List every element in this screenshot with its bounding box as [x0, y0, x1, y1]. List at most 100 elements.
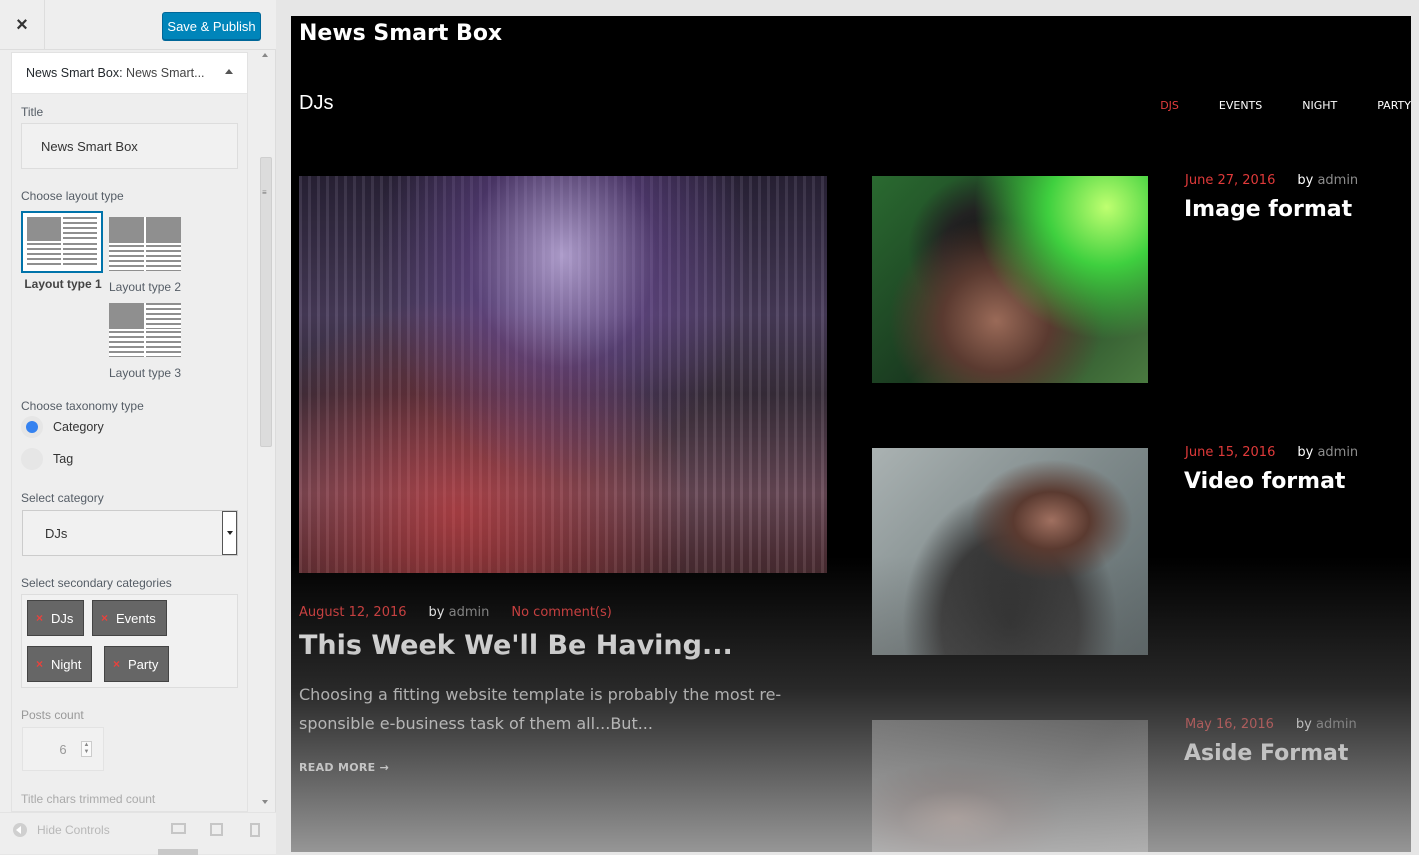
- read-more-link[interactable]: READ MORE →: [299, 761, 389, 774]
- category-select-value: DJs: [45, 525, 68, 541]
- widget-panel: News Smart Box: News Smart... Title News…: [11, 52, 248, 812]
- title-label: Title: [21, 105, 44, 119]
- layout-option-2[interactable]: Layout type 2: [109, 217, 181, 294]
- radio-selected-icon[interactable]: [21, 416, 43, 438]
- category-heading: DJs: [299, 92, 334, 114]
- post-date[interactable]: August 12, 2016: [299, 605, 407, 620]
- tab-party[interactable]: PARTY: [1377, 99, 1411, 112]
- radio-unselected-icon[interactable]: [21, 448, 43, 470]
- post-date[interactable]: June 15, 2016: [1185, 445, 1275, 460]
- taxonomy-label: Choose taxonomy type: [21, 399, 144, 413]
- side-post-title[interactable]: Aside Format: [1184, 741, 1348, 766]
- author-link[interactable]: admin: [1316, 717, 1357, 732]
- chip-night[interactable]: × Night: [27, 646, 93, 682]
- main-post-image[interactable]: [299, 176, 827, 573]
- main-post-title[interactable]: This Week We'll Be Having...: [299, 630, 733, 661]
- customizer-header: × Save & Publish: [0, 0, 276, 50]
- chip-label: Events: [116, 610, 156, 626]
- taxonomy-option-tag[interactable]: Tag: [21, 448, 73, 470]
- side-post-meta: June 15, 2016 by admin: [1185, 445, 1358, 460]
- chip-events[interactable]: × Events: [92, 600, 167, 636]
- layout-option-1[interactable]: Layout type 1: [21, 211, 105, 291]
- layout-option-3[interactable]: Layout type 3: [109, 303, 181, 380]
- posts-count-input[interactable]: 6 ▲ ▼: [22, 727, 104, 771]
- desktop-preview-icon[interactable]: [171, 823, 186, 834]
- category-label: Select category: [21, 491, 104, 505]
- widget-section-header[interactable]: News Smart Box: News Smart...: [12, 53, 247, 94]
- post-author: by admin: [1297, 445, 1359, 460]
- layout-1-label: Layout type 1: [24, 277, 102, 291]
- title-input[interactable]: News Smart Box: [21, 123, 238, 169]
- author-link[interactable]: admin: [1317, 173, 1358, 188]
- customizer-sidebar: × Save & Publish News Smart Box: News Sm…: [0, 0, 276, 855]
- site-preview: News Smart Box DJs DJS EVENTS NIGHT PART…: [291, 16, 1411, 852]
- author-link[interactable]: admin: [449, 605, 490, 620]
- device-indicator: [158, 849, 198, 855]
- posts-count-value: 6: [59, 741, 67, 757]
- tab-night[interactable]: NIGHT: [1302, 99, 1337, 112]
- spinner-icon[interactable]: ▲ ▼: [81, 741, 92, 757]
- remove-chip-icon[interactable]: ×: [113, 657, 120, 671]
- layout-1-thumbnail-icon: [21, 211, 103, 273]
- hide-controls-button[interactable]: Hide Controls: [13, 823, 110, 837]
- mobile-preview-icon[interactable]: [250, 823, 260, 837]
- scroll-down-icon[interactable]: [262, 800, 268, 804]
- post-author: by admin: [428, 605, 490, 620]
- main-post-excerpt: Choosing a fitting website template is p…: [299, 685, 782, 733]
- comments-link[interactable]: No comment(s): [511, 605, 612, 620]
- scroll-up-icon[interactable]: [262, 53, 268, 57]
- posts-count-label: Posts count: [21, 708, 84, 722]
- post-thumbnail-image-format[interactable]: [872, 176, 1148, 383]
- widget-title: News Smart Box: [299, 21, 503, 46]
- chip-party[interactable]: × Party: [104, 646, 170, 682]
- layout-3-thumbnail-icon: [109, 303, 181, 357]
- main-post-meta: August 12, 2016 by admin No comment(s): [299, 605, 612, 620]
- post-thumbnail-aside-format[interactable]: [872, 720, 1148, 852]
- tablet-preview-icon[interactable]: [210, 823, 223, 836]
- chip-djs[interactable]: × DJs: [27, 600, 85, 636]
- category-tabs: DJS EVENTS NIGHT PARTY: [1120, 99, 1411, 112]
- tab-events[interactable]: EVENTS: [1219, 99, 1262, 112]
- scroll-grip-icon: ≡: [262, 188, 267, 197]
- sidebar-scrollbar[interactable]: ≡: [259, 50, 273, 806]
- scrollbar-thumb[interactable]: [260, 157, 272, 447]
- side-post-title[interactable]: Video format: [1184, 469, 1345, 494]
- taxonomy-tag-label: Tag: [53, 452, 74, 466]
- author-link[interactable]: admin: [1317, 445, 1358, 460]
- remove-chip-icon[interactable]: ×: [36, 657, 43, 671]
- close-icon[interactable]: ×: [0, 0, 45, 50]
- save-publish-button[interactable]: Save & Publish: [162, 12, 261, 40]
- layout-type-label: Choose layout type: [21, 189, 124, 203]
- collapse-arrow-icon: [13, 823, 27, 837]
- chip-label: Party: [128, 656, 159, 672]
- layout-3-label: Layout type 3: [109, 366, 182, 380]
- hide-controls-label: Hide Controls: [37, 823, 110, 837]
- customizer-footer: Hide Controls: [0, 812, 276, 855]
- tab-djs[interactable]: DJS: [1160, 99, 1179, 112]
- side-post-meta: May 16, 2016 by admin: [1185, 717, 1357, 732]
- layout-2-thumbnail-icon: [109, 217, 181, 271]
- remove-chip-icon[interactable]: ×: [101, 611, 108, 625]
- layout-2-label: Layout type 2: [109, 280, 182, 294]
- chip-label: Night: [51, 656, 82, 672]
- post-author: by admin: [1297, 173, 1359, 188]
- section-title: News Smart Box:: [26, 66, 123, 80]
- title-chars-label: Title chars trimmed count: [21, 792, 156, 806]
- chip-label: DJs: [51, 610, 74, 626]
- select-arrow-icon[interactable]: [222, 511, 237, 555]
- post-author: by admin: [1295, 717, 1357, 732]
- post-date[interactable]: June 27, 2016: [1185, 173, 1275, 188]
- remove-chip-icon[interactable]: ×: [36, 611, 43, 625]
- secondary-categories-label: Select secondary categories: [21, 576, 172, 590]
- secondary-categories-box[interactable]: × DJs × Events × Night × Party: [21, 594, 238, 688]
- taxonomy-option-category[interactable]: Category: [21, 416, 104, 438]
- side-post-meta: June 27, 2016 by admin: [1185, 173, 1358, 188]
- section-title-muted: News Smart...: [126, 66, 205, 80]
- taxonomy-category-label: Category: [53, 420, 104, 434]
- post-thumbnail-video-format[interactable]: [872, 448, 1148, 655]
- post-date[interactable]: May 16, 2016: [1185, 717, 1274, 732]
- widget-form: Title News Smart Box Choose layout type …: [12, 94, 247, 811]
- side-post-title[interactable]: Image format: [1184, 197, 1352, 222]
- category-select[interactable]: DJs: [22, 510, 238, 556]
- collapse-caret-icon[interactable]: [225, 69, 233, 74]
